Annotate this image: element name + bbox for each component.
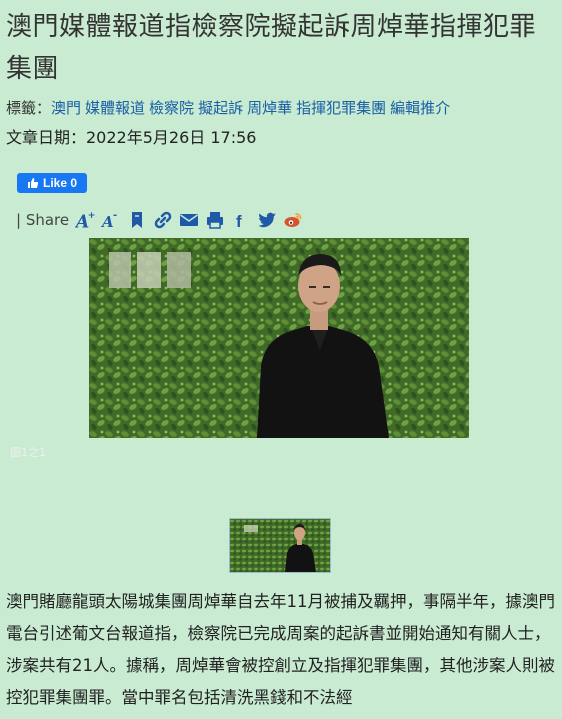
weibo-icon[interactable] xyxy=(283,209,303,231)
svg-text:f: f xyxy=(236,212,242,230)
share-label: | Share xyxy=(16,211,70,229)
svg-text:-: - xyxy=(113,210,117,221)
tag-list: 標籤：澳門 媒體報道 檢察院 擬起訴 周焯華 指揮犯罪集團 編輯推介 xyxy=(6,97,556,119)
article-body: 澳門賭廳龍頭太陽城集團周焯華自去年11月被捕及羈押，事隔半年，據澳門電台引述葡文… xyxy=(6,592,555,707)
facebook-icon[interactable]: f xyxy=(231,209,251,231)
tag-link[interactable]: 澳門 xyxy=(51,99,81,117)
link-icon[interactable] xyxy=(153,209,173,231)
thumbnail-image xyxy=(230,519,330,572)
tag-link[interactable]: 擬起訴 xyxy=(198,99,243,117)
tag-link[interactable]: 媒體報道 xyxy=(85,99,145,117)
article-photo[interactable] xyxy=(89,238,469,438)
like-label: Like 0 xyxy=(42,176,78,190)
twitter-icon[interactable] xyxy=(257,209,277,231)
tag-link[interactable]: 指揮犯罪集團 xyxy=(296,99,386,117)
tag-link[interactable]: 周焯華 xyxy=(247,99,292,117)
photo-caption: 圖1之1 xyxy=(10,446,46,459)
tags-label: 標籤： xyxy=(6,99,52,117)
facebook-like-button[interactable]: Like 0 xyxy=(17,173,87,193)
photo-thumbnail[interactable] xyxy=(229,518,331,573)
article-title: 澳門媒體報道指檢察院擬起訴周焯華指揮犯罪集團 xyxy=(6,12,537,84)
tag-link[interactable]: 編輯推介 xyxy=(390,99,450,117)
print-icon[interactable] xyxy=(205,209,225,231)
share-toolbar: | Share A + A- f xyxy=(16,206,303,234)
photo-image xyxy=(89,238,469,438)
article-date: 文章日期：2022年5月26日 17:56 xyxy=(6,128,257,147)
font-increase-icon[interactable]: A + xyxy=(75,209,95,231)
thumbs-up-icon xyxy=(27,178,39,188)
svg-text:A: A xyxy=(101,213,114,231)
svg-text:+: + xyxy=(88,211,95,221)
bookmark-icon[interactable] xyxy=(127,209,147,231)
tag-link[interactable]: 檢察院 xyxy=(149,99,194,117)
email-icon[interactable] xyxy=(179,209,199,231)
font-decrease-icon[interactable]: A- xyxy=(101,209,121,231)
